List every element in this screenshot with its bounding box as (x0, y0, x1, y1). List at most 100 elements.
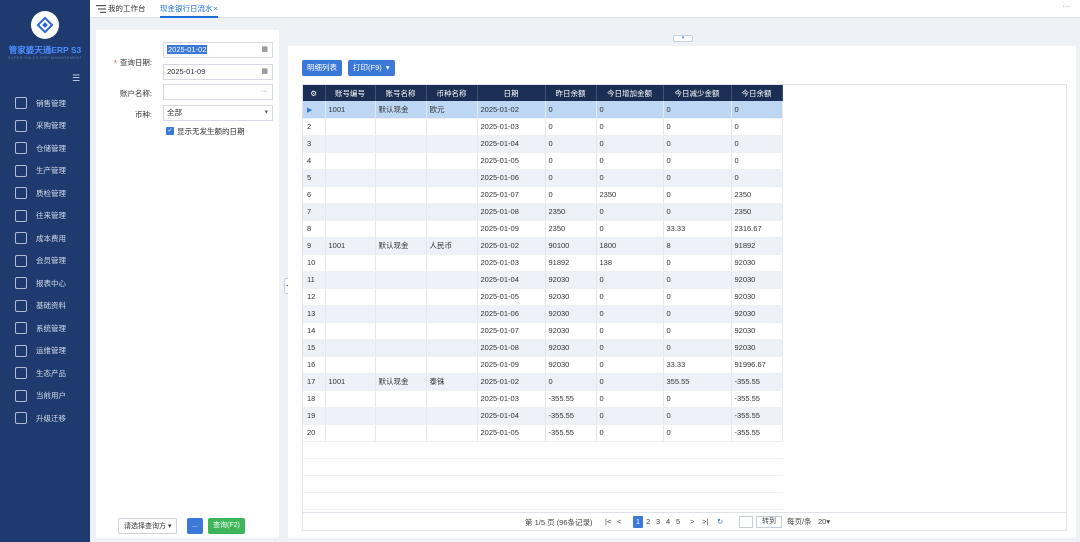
table-cell[interactable]: 8 (663, 237, 732, 255)
table-cell[interactable]: 0 (596, 305, 664, 323)
table-cell[interactable] (375, 135, 427, 153)
table-cell[interactable]: 91996.67 (731, 356, 783, 374)
column-header[interactable]: 今日减少金额 (663, 85, 732, 101)
row-number[interactable]: 3 (303, 135, 326, 153)
table-cell[interactable]: 0 (596, 424, 664, 442)
query-scheme-select[interactable]: 请选择查询方 ▾ (118, 518, 178, 534)
table-cell[interactable]: 92030 (731, 305, 783, 323)
table-cell[interactable]: 2025-01-05 (477, 288, 546, 306)
table-cell[interactable] (325, 390, 376, 408)
table-cell[interactable]: 0 (663, 424, 732, 442)
table-cell[interactable] (426, 220, 478, 238)
table-cell[interactable]: 92030 (731, 271, 783, 289)
sidebar-item[interactable]: 生产管理 (0, 160, 90, 182)
table-cell[interactable]: 2025-01-03 (477, 390, 546, 408)
sidebar-item[interactable]: 销售管理 (0, 92, 90, 114)
table-cell[interactable]: 默认现金 (375, 373, 427, 391)
row-number[interactable]: 17 (303, 373, 326, 391)
table-cell[interactable] (426, 152, 478, 170)
row-number[interactable]: 4 (303, 152, 326, 170)
table-cell[interactable] (375, 152, 427, 170)
goto-button[interactable]: 转到 (756, 516, 782, 528)
account-input[interactable]: ··· (163, 84, 273, 100)
table-cell[interactable] (325, 322, 376, 340)
table-cell[interactable] (426, 271, 478, 289)
table-cell[interactable]: 0 (731, 101, 783, 119)
table-cell[interactable]: 0 (545, 118, 597, 136)
table-cell[interactable]: 92030 (545, 356, 597, 374)
table-row[interactable]: 5 2025-01-06 0 0 0 0 (303, 169, 783, 187)
sidebar-item[interactable]: 基础资料 (0, 295, 90, 317)
table-cell[interactable]: 0 (663, 203, 732, 221)
table-cell[interactable]: 33.33 (663, 356, 732, 374)
table-cell[interactable] (325, 305, 376, 323)
table-cell[interactable]: 0 (545, 169, 597, 187)
table-cell[interactable]: 138 (596, 254, 664, 272)
table-cell[interactable]: 2316.67 (731, 220, 783, 238)
table-cell[interactable] (375, 169, 427, 187)
table-cell[interactable]: 2025-01-02 (477, 101, 546, 119)
table-row[interactable]: 20 2025-01-05 -355.55 0 0 -355.55 (303, 424, 783, 442)
table-cell[interactable]: 0 (596, 118, 664, 136)
row-number[interactable]: 11 (303, 271, 326, 289)
table-cell[interactable]: 2025-01-07 (477, 322, 546, 340)
table-cell[interactable]: 0 (663, 186, 732, 204)
table-cell[interactable]: 92030 (545, 271, 597, 289)
table-cell[interactable] (426, 339, 478, 357)
table-cell[interactable]: 92030 (731, 254, 783, 272)
table-row[interactable]: 13 2025-01-06 92030 0 0 92030 (303, 305, 783, 323)
table-cell[interactable]: 0 (663, 322, 732, 340)
table-cell[interactable]: 92030 (731, 339, 783, 357)
table-row[interactable]: 8 2025-01-09 2350 0 33.33 2316.67 (303, 220, 783, 238)
table-row[interactable]: 16 2025-01-09 92030 0 33.33 91996.67 (303, 356, 783, 374)
sidebar-item[interactable]: 成本费用 (0, 227, 90, 249)
table-cell[interactable]: 2025-01-04 (477, 271, 546, 289)
calendar-icon[interactable]: ▦ (261, 43, 268, 57)
table-cell[interactable] (375, 203, 427, 221)
column-header[interactable]: 昨日余额 (545, 85, 597, 101)
page-2[interactable]: 2 (646, 516, 650, 528)
show-empty-checkbox[interactable]: ✓ (166, 127, 174, 135)
row-number[interactable]: 16 (303, 356, 326, 374)
page-3[interactable]: 3 (656, 516, 660, 528)
table-cell[interactable] (325, 186, 376, 204)
column-header[interactable]: 账号名称 (375, 85, 427, 101)
table-cell[interactable] (426, 305, 478, 323)
table-cell[interactable]: 0 (596, 373, 664, 391)
table-cell[interactable] (375, 254, 427, 272)
table-cell[interactable]: -355.55 (545, 424, 597, 442)
table-cell[interactable]: 0 (545, 135, 597, 153)
first-page-icon[interactable]: |< (605, 516, 611, 528)
table-cell[interactable] (426, 390, 478, 408)
table-cell[interactable]: 0 (545, 101, 597, 119)
table-cell[interactable] (375, 424, 427, 442)
table-cell[interactable]: 1001 (325, 373, 376, 391)
table-cell[interactable]: 2350 (545, 220, 597, 238)
column-header[interactable]: 账号编号 (325, 85, 376, 101)
table-cell[interactable]: 0 (596, 322, 664, 340)
row-number[interactable]: 5 (303, 169, 326, 187)
table-cell[interactable] (325, 288, 376, 306)
table-cell[interactable]: 2025-01-03 (477, 118, 546, 136)
table-cell[interactable]: 92030 (545, 305, 597, 323)
table-cell[interactable]: 默认现金 (375, 101, 427, 119)
row-number[interactable]: 7 (303, 203, 326, 221)
table-cell[interactable] (325, 271, 376, 289)
table-cell[interactable] (325, 169, 376, 187)
table-cell[interactable]: 默认现金 (375, 237, 427, 255)
table-cell[interactable]: 0 (596, 390, 664, 408)
table-cell[interactable]: 92030 (545, 322, 597, 340)
table-cell[interactable]: 2025-01-07 (477, 186, 546, 204)
table-cell[interactable]: 2025-01-09 (477, 220, 546, 238)
table-cell[interactable]: 0 (596, 101, 664, 119)
table-cell[interactable]: 0 (663, 390, 732, 408)
table-cell[interactable]: 0 (663, 135, 732, 153)
table-cell[interactable]: -355.55 (545, 390, 597, 408)
table-cell[interactable] (325, 135, 376, 153)
table-cell[interactable]: 0 (731, 152, 783, 170)
table-cell[interactable]: 0 (596, 271, 664, 289)
page-1[interactable]: 1 (633, 516, 643, 528)
row-number[interactable]: 15 (303, 339, 326, 357)
table-cell[interactable]: 2025-01-04 (477, 135, 546, 153)
table-cell[interactable] (325, 254, 376, 272)
